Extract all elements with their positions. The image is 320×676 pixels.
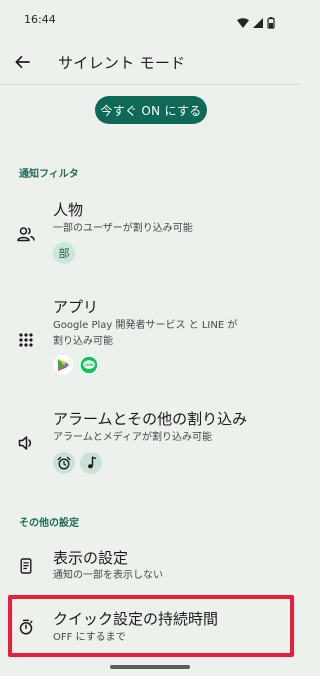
signal-icon — [253, 18, 263, 28]
app-bar-divider — [0, 84, 301, 85]
gesture-nav-handle[interactable] — [110, 665, 190, 669]
battery-icon — [267, 17, 275, 29]
status-icons — [237, 14, 279, 29]
apps-subtitle-line2: 割り込み可能 — [53, 336, 113, 347]
status-bar: 16:44 — [0, 0, 301, 40]
people-subtitle: 一部のユーザーが割り込み可能 — [53, 223, 193, 234]
alarms-title: アラームとその他の割り込み — [53, 410, 248, 428]
status-time: 16:44 — [24, 13, 56, 26]
alarms-subtitle: アラームとメディアが割り込み可能 — [53, 432, 212, 443]
turn-on-now-button[interactable]: 今すぐ ON にする — [95, 96, 207, 124]
people-title: 人物 — [53, 201, 84, 219]
line-badge-text: LINE — [84, 363, 94, 367]
back-button[interactable] — [10, 50, 34, 74]
line-app-icon: LINE — [79, 355, 99, 375]
section-header-notification-filter: 通知フィルタ — [19, 169, 79, 180]
app-bar: サイレント モード — [0, 40, 301, 84]
contact-chip-label: 部 — [58, 247, 70, 260]
phone-display-icon — [16, 556, 36, 576]
display-settings-title: 表示の設定 — [53, 549, 129, 567]
alarm-chip — [53, 452, 75, 474]
arrow-back-icon — [15, 55, 30, 69]
volume-icon — [16, 433, 36, 453]
wifi-icon — [237, 18, 249, 28]
people-icon — [16, 224, 36, 244]
section-header-other-settings: その他の設定 — [19, 518, 79, 529]
alarm-clock-icon — [57, 456, 71, 470]
highlight-box — [8, 595, 294, 657]
apps-grid-icon — [16, 330, 36, 350]
apps-subtitle-line1: Google Play 開発者サービス と LINE が — [53, 320, 238, 331]
contact-chip: 部 — [53, 242, 75, 264]
page-title: サイレント モード — [58, 54, 186, 72]
apps-title: アプリ — [53, 298, 99, 316]
music-note-icon — [88, 456, 97, 469]
google-play-services-icon — [53, 355, 73, 375]
display-settings-subtitle: 通知の一部を表示しない — [53, 570, 163, 581]
media-chip — [80, 452, 102, 474]
